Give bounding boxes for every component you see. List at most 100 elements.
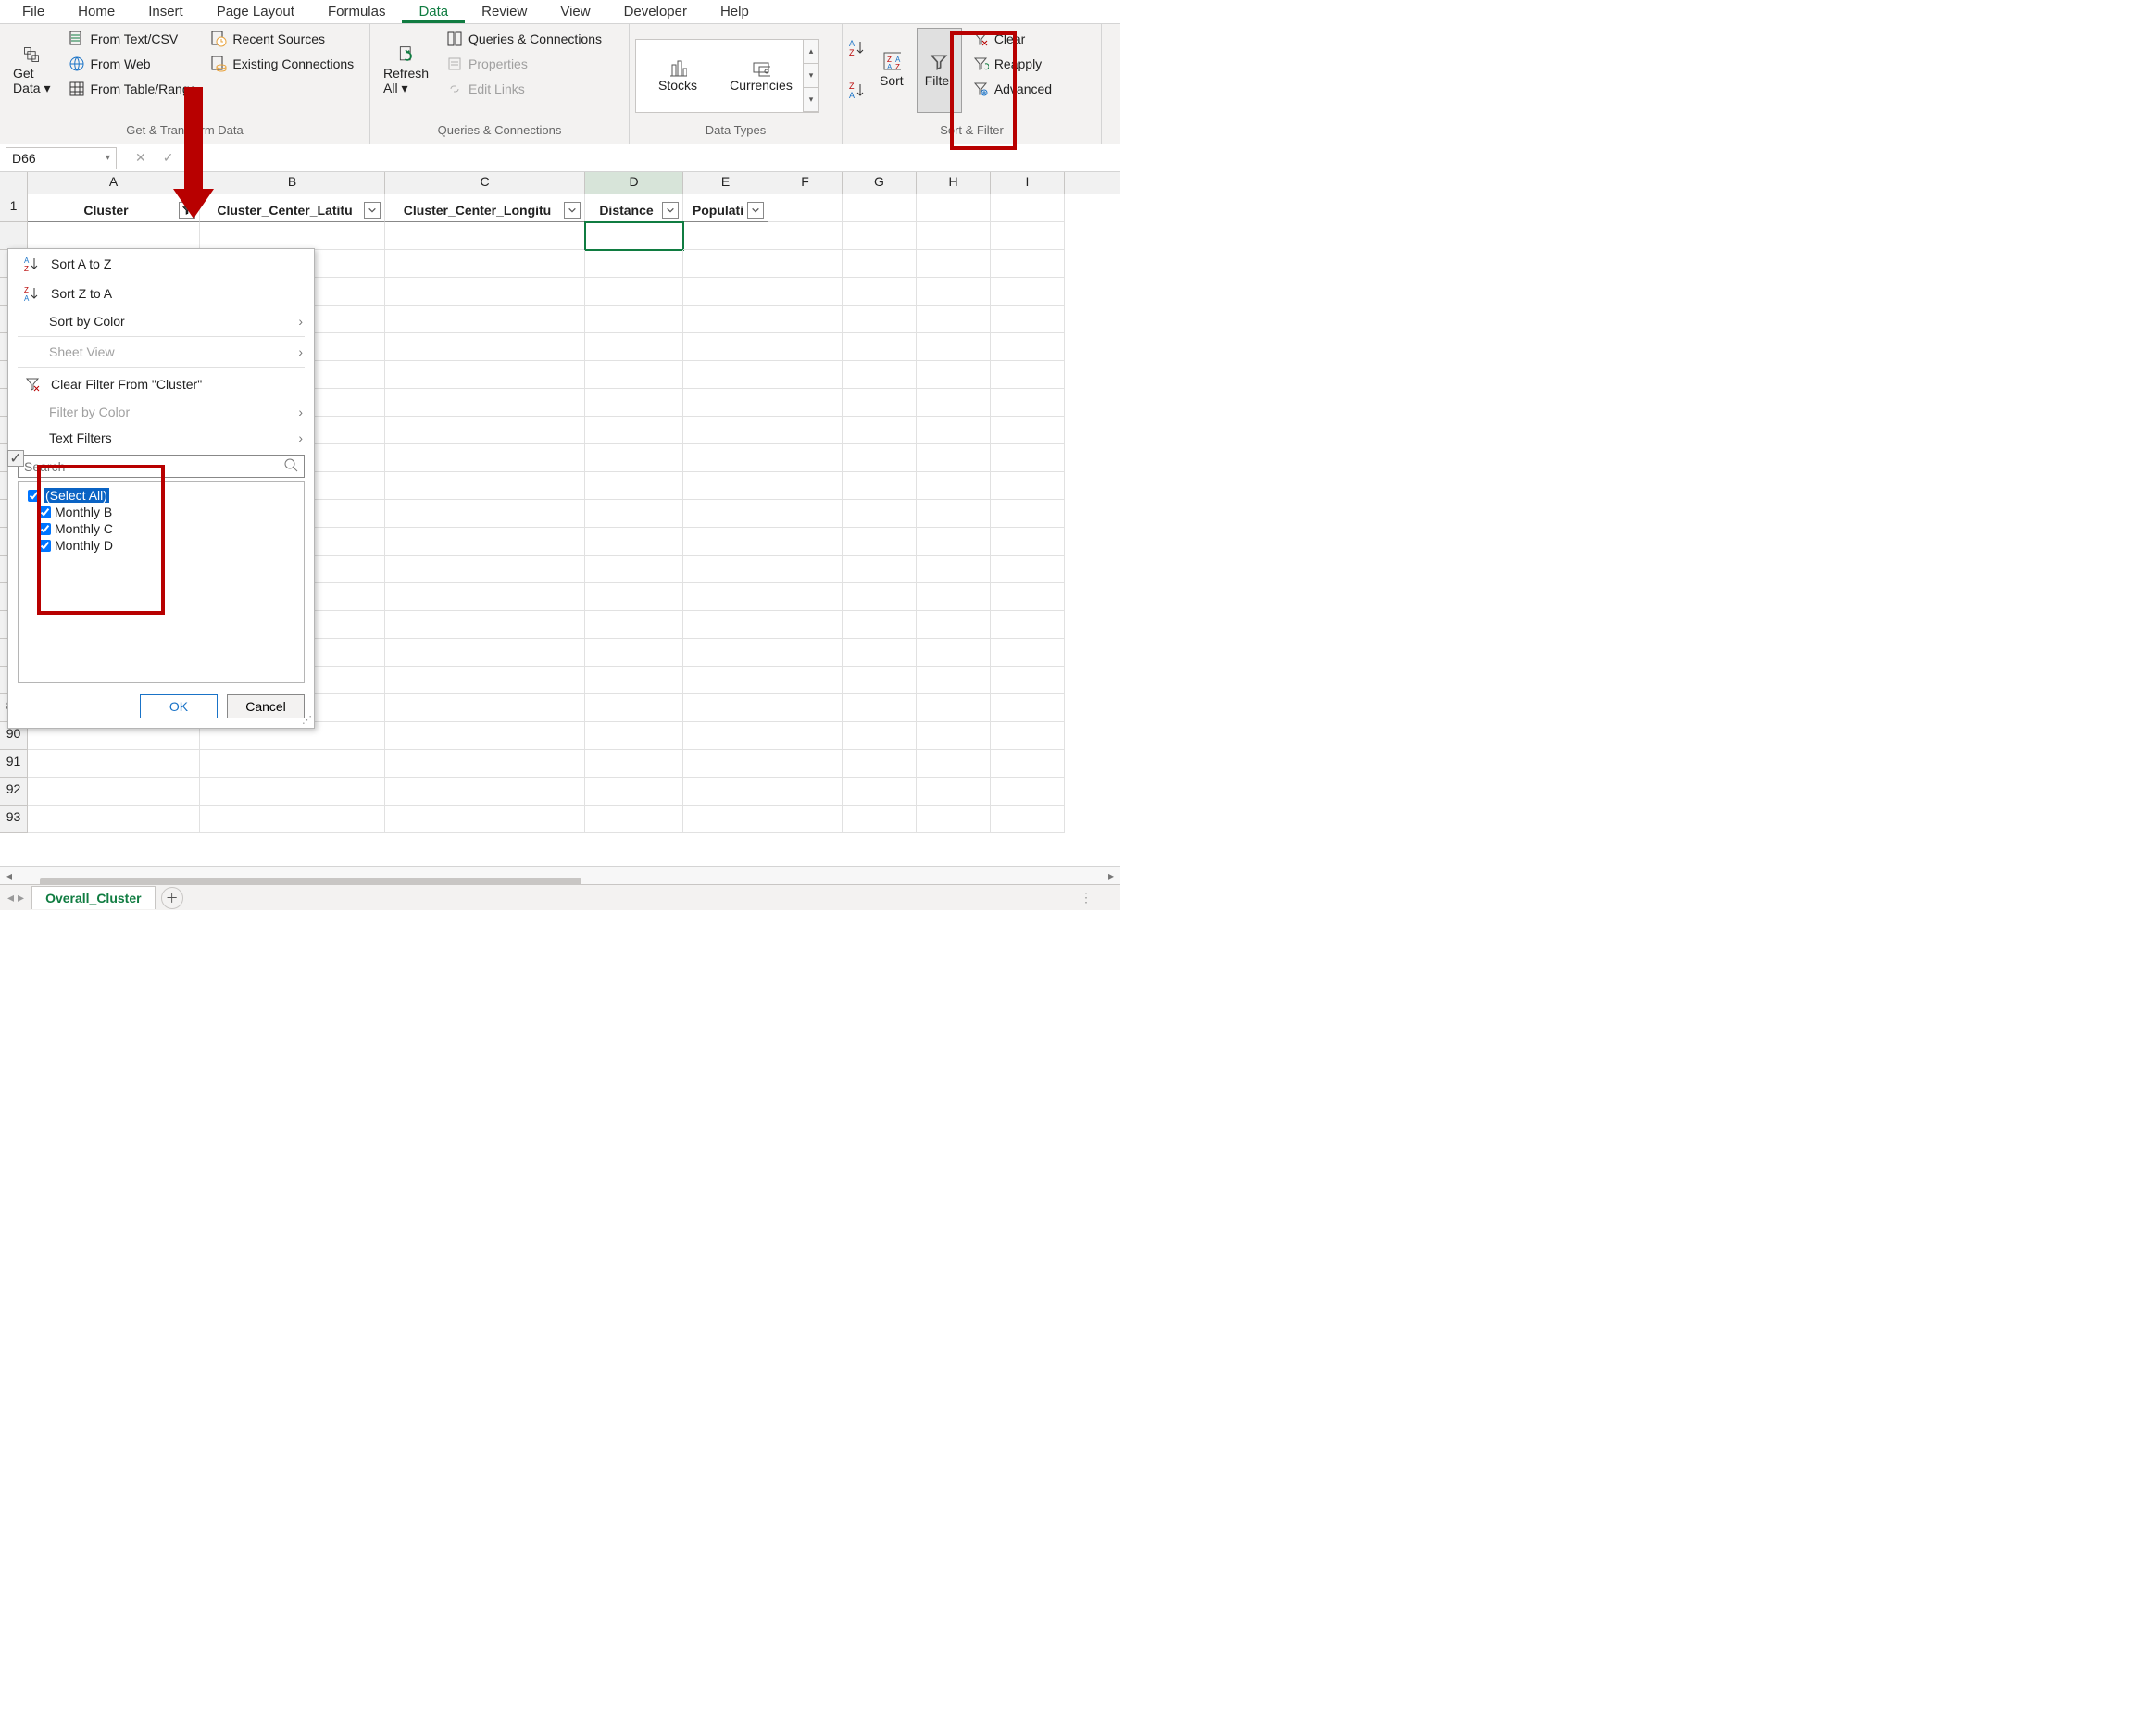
cell[interactable] (917, 556, 991, 583)
refresh-all-button[interactable]: RefreshAll ▾ (376, 28, 436, 113)
cell[interactable] (843, 472, 917, 500)
filter-dropdown-toggle[interactable] (662, 202, 679, 219)
cell[interactable] (917, 806, 991, 833)
cell[interactable] (991, 194, 1065, 222)
cell[interactable] (843, 806, 917, 833)
cell[interactable] (768, 528, 843, 556)
colhdr-h[interactable]: H (917, 172, 991, 194)
cell[interactable]: Populati (683, 194, 768, 222)
cell[interactable] (768, 444, 843, 472)
cell[interactable]: Distance (585, 194, 683, 222)
cell[interactable] (768, 806, 843, 833)
cell[interactable] (917, 389, 991, 417)
tab-insert[interactable]: Insert (131, 2, 200, 23)
cell[interactable] (917, 417, 991, 444)
cell[interactable] (385, 528, 585, 556)
cell[interactable] (991, 361, 1065, 389)
cell[interactable] (991, 444, 1065, 472)
existing-connections-button[interactable]: Existing Connections (206, 53, 357, 75)
rowhdr[interactable] (0, 222, 28, 250)
cell[interactable] (843, 444, 917, 472)
cell[interactable] (585, 500, 683, 528)
cell[interactable] (843, 611, 917, 639)
cell[interactable] (991, 389, 1065, 417)
cell[interactable] (991, 778, 1065, 806)
cell[interactable] (385, 667, 585, 694)
cell[interactable] (585, 556, 683, 583)
recent-sources-button[interactable]: Recent Sources (206, 28, 357, 50)
advanced-filter-button[interactable]: Advanced (968, 78, 1056, 100)
cell[interactable] (843, 556, 917, 583)
cell[interactable] (843, 361, 917, 389)
cell[interactable] (683, 389, 768, 417)
cell[interactable] (768, 278, 843, 306)
cell[interactable] (585, 278, 683, 306)
cell[interactable] (385, 333, 585, 361)
cell[interactable]: Cluster_Center_Longitu (385, 194, 585, 222)
stocks-type[interactable]: Stocks (636, 40, 719, 112)
cell[interactable] (683, 806, 768, 833)
cell[interactable] (385, 750, 585, 778)
cell[interactable] (200, 806, 385, 833)
cell[interactable] (843, 667, 917, 694)
from-text-csv-button[interactable]: From Text/CSV (64, 28, 201, 50)
text-filters[interactable]: Text Filters› (8, 425, 314, 451)
cell[interactable] (917, 306, 991, 333)
cell[interactable] (385, 278, 585, 306)
cell[interactable] (683, 444, 768, 472)
cell[interactable] (768, 722, 843, 750)
cell[interactable] (843, 528, 917, 556)
cell[interactable] (385, 639, 585, 667)
cell[interactable] (917, 222, 991, 250)
cell[interactable] (683, 417, 768, 444)
cell[interactable] (991, 556, 1065, 583)
cell[interactable] (585, 639, 683, 667)
cell[interactable] (585, 222, 683, 250)
cell[interactable] (385, 444, 585, 472)
cell[interactable] (385, 500, 585, 528)
cell[interactable] (917, 750, 991, 778)
cell[interactable] (768, 667, 843, 694)
formula-bar[interactable] (207, 147, 1120, 169)
sort-a-to-z[interactable]: AZSort A to Z (8, 249, 314, 279)
cell[interactable] (385, 417, 585, 444)
cell[interactable] (385, 472, 585, 500)
sheet-nav-next[interactable]: ▸ (18, 890, 24, 905)
sheet-options-icon[interactable]: ⋮ (1080, 890, 1120, 905)
cell[interactable] (683, 611, 768, 639)
reapply-button[interactable]: Reapply (968, 53, 1056, 75)
cell[interactable] (991, 667, 1065, 694)
sort-za-icon[interactable]: ZA (848, 81, 867, 100)
cell[interactable] (683, 500, 768, 528)
cell[interactable] (683, 722, 768, 750)
cell[interactable] (991, 528, 1065, 556)
cell[interactable] (843, 250, 917, 278)
cell[interactable] (991, 333, 1065, 361)
cell[interactable] (843, 778, 917, 806)
cell[interactable] (917, 444, 991, 472)
cell[interactable] (585, 528, 683, 556)
tab-review[interactable]: Review (465, 2, 543, 23)
colhdr-b[interactable]: B (200, 172, 385, 194)
filter-search[interactable] (18, 455, 305, 478)
cell[interactable] (768, 694, 843, 722)
resize-handle-icon[interactable]: ⋰ (302, 714, 312, 726)
filter-item-select-all[interactable]: (Select All) (24, 488, 298, 503)
cell[interactable] (843, 583, 917, 611)
gallery-up[interactable]: ▴ (804, 40, 818, 64)
cell[interactable] (385, 222, 585, 250)
cell[interactable] (917, 250, 991, 278)
cell[interactable] (917, 694, 991, 722)
cell[interactable] (768, 333, 843, 361)
cell[interactable] (585, 750, 683, 778)
cell[interactable] (843, 278, 917, 306)
sheet-nav-prev[interactable]: ◂ (7, 890, 14, 905)
cell[interactable] (768, 750, 843, 778)
tab-data[interactable]: Data (402, 2, 465, 23)
gallery-down[interactable]: ▾ (804, 64, 818, 88)
cell[interactable] (683, 639, 768, 667)
cell[interactable] (991, 750, 1065, 778)
cell[interactable] (385, 250, 585, 278)
cell[interactable] (991, 500, 1065, 528)
cell[interactable] (917, 583, 991, 611)
